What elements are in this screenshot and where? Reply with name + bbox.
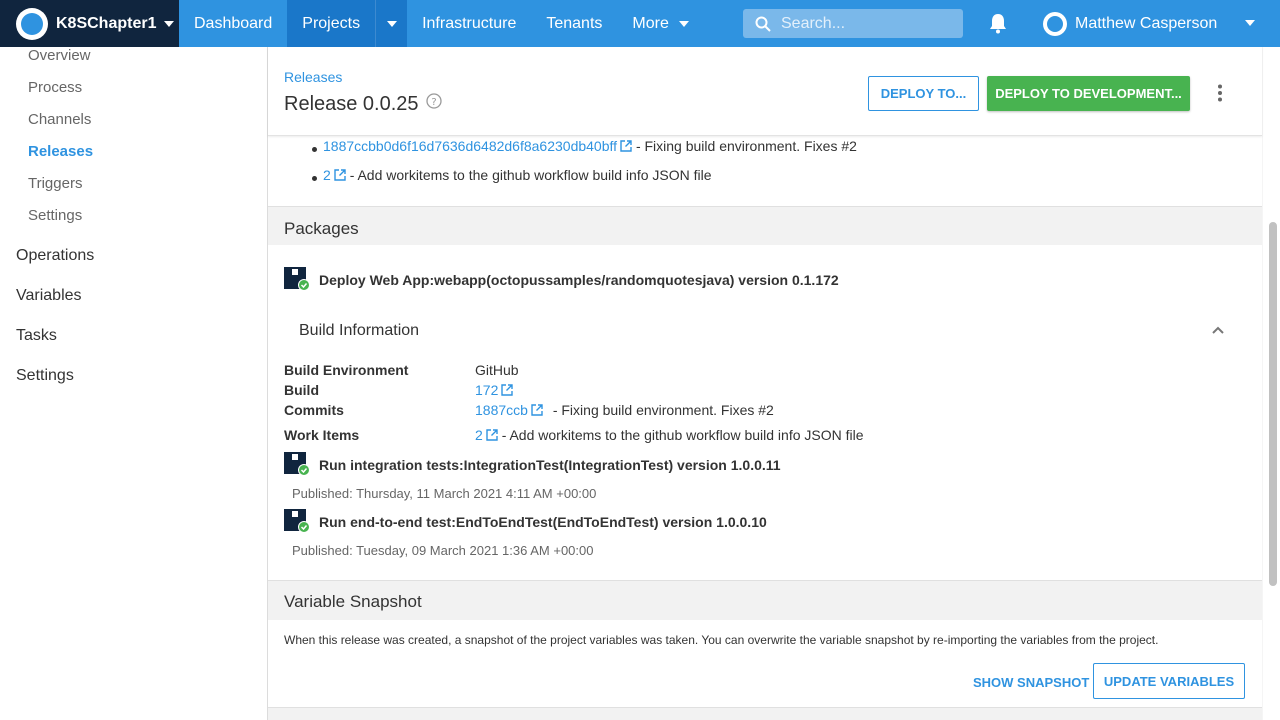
build-info-heading: Build Information (299, 322, 420, 339)
external-link-icon (334, 169, 346, 181)
nav-tenants[interactable]: Tenants (531, 0, 617, 47)
label-build: Build (284, 382, 319, 398)
sidebar-item-project-settings[interactable]: Settings (16, 367, 74, 385)
sidebar-item-operations[interactable]: Operations (16, 247, 94, 265)
breadcrumb[interactable]: Releases (284, 69, 342, 85)
sidebar: Overview Process Channels Releases Trigg… (0, 47, 268, 720)
nav-more-label: More (632, 14, 669, 32)
chevron-down-icon (386, 20, 397, 27)
sidebar-item-settings[interactable]: Settings (28, 207, 82, 224)
deploy-to-development-button[interactable]: DEPLOY TO DEVELOPMENT... (987, 76, 1190, 111)
sidebar-item-releases[interactable]: Releases (28, 143, 93, 160)
commit-link[interactable]: 1887ccbb0d6f16d7636d6482d6f8a6230db40bff (323, 138, 617, 154)
svg-text:?: ? (431, 97, 436, 108)
sidebar-item-process[interactable]: Process (28, 79, 82, 96)
variable-snapshot-section-header: Variable Snapshot (268, 580, 1262, 620)
packages-section-header: Packages (268, 206, 1262, 245)
work-item-message: - Add workitems to the github workflow b… (349, 167, 712, 183)
nav-more[interactable]: More (617, 0, 703, 47)
bullet (312, 176, 317, 181)
chevron-down-icon (164, 20, 175, 27)
top-nav: K8SChapter1 Dashboard Projects Infrastru… (0, 0, 1280, 47)
scrollbar[interactable] (1269, 222, 1277, 586)
release-header: Releases Release 0.0.25 ? DEPLOY TO... D… (268, 47, 1262, 136)
projects-dropdown-button[interactable] (375, 0, 408, 47)
published-date: Published: Thursday, 11 March 2021 4:11 … (292, 486, 597, 501)
commit-message: - Fixing build environment. Fixes #2 (635, 138, 857, 154)
package-icon (284, 509, 310, 533)
user-name: Matthew Casperson (1075, 14, 1218, 32)
more-vert-icon[interactable] (1216, 84, 1224, 102)
commit-message: - Fixing build environment. Fixes #2 (552, 402, 774, 418)
sidebar-item-triggers[interactable]: Triggers (28, 175, 82, 192)
space-name: K8SChapter1 (56, 14, 157, 32)
section-title: Packages (284, 219, 359, 238)
search-placeholder: Search... (781, 14, 846, 32)
variable-snapshot-card: When this release was created, a snapsho… (268, 620, 1262, 707)
package-title: Run end-to-end test:EndToEndTest(EndToEn… (319, 514, 767, 530)
sidebar-item-overview[interactable]: Overview (28, 47, 91, 64)
sidebar-item-channels[interactable]: Channels (28, 111, 91, 128)
package-title: Deploy Web App:webapp(octopussamples/ran… (319, 272, 839, 288)
packages-card: Deploy Web App:webapp(octopussamples/ran… (268, 245, 1262, 580)
user-menu[interactable]: Matthew Casperson (1043, 0, 1217, 47)
work-item-link[interactable]: 2 (475, 427, 483, 443)
external-link-icon (531, 404, 543, 416)
search-input[interactable]: Search... (743, 9, 963, 38)
published-date: Published: Tuesday, 09 March 2021 1:36 A… (292, 543, 594, 558)
update-variables-button[interactable]: UPDATE VARIABLES (1093, 663, 1245, 699)
octopus-logo-icon (16, 7, 48, 40)
label-commits: Commits (284, 402, 344, 418)
chevron-down-icon (678, 20, 689, 27)
package-icon (284, 267, 310, 291)
label-build-environment: Build Environment (284, 362, 409, 378)
avatar (1043, 11, 1067, 36)
commits-value: 1887ccb - Fixing build environment. Fixe… (475, 402, 774, 418)
work-items-card: 1887ccbb0d6f16d7636d6482d6f8a6230db40bff… (268, 136, 1262, 206)
nav-infrastructure[interactable]: Infrastructure (407, 0, 531, 47)
package-icon (284, 452, 310, 476)
work-item-link[interactable]: 2 (323, 167, 331, 183)
help-icon[interactable]: ? (426, 93, 442, 109)
page-title: Release 0.0.25 (284, 93, 419, 115)
work-item-message: - Add workitems to the github workflow b… (501, 427, 864, 443)
chevron-up-icon[interactable] (1212, 326, 1224, 334)
sidebar-item-tasks[interactable]: Tasks (16, 327, 57, 345)
build-environment-value: GitHub (475, 362, 519, 378)
nav-projects[interactable]: Projects (287, 0, 376, 47)
space-switcher[interactable]: K8SChapter1 (0, 0, 179, 47)
chevron-down-icon[interactable] (1245, 20, 1255, 26)
search-icon (755, 16, 771, 32)
external-link-icon (501, 384, 514, 396)
nav-dashboard[interactable]: Dashboard (179, 0, 287, 47)
show-snapshot-button[interactable]: SHOW SNAPSHOT (973, 675, 1089, 690)
snapshot-description: When this release was created, a snapsho… (284, 633, 1159, 647)
package-title: Run integration tests:IntegrationTest(In… (319, 457, 781, 473)
sidebar-item-variables[interactable]: Variables (16, 287, 82, 305)
build-value: 172 (475, 382, 514, 398)
bullet (312, 147, 317, 152)
work-items-value: 2 - Add workitems to the github workflow… (475, 427, 864, 443)
list-item: 2 - Add workitems to the github workflow… (323, 167, 712, 183)
external-link-icon (486, 429, 498, 441)
section-title: Variable Snapshot (284, 592, 422, 611)
external-link-icon (620, 140, 632, 152)
label-work-items: Work Items (284, 427, 360, 443)
list-item: 1887ccbb0d6f16d7636d6482d6f8a6230db40bff… (323, 138, 857, 154)
bell-icon[interactable] (988, 12, 1008, 39)
deploy-to-button[interactable]: DEPLOY TO... (868, 76, 979, 111)
commit-link[interactable]: 1887ccb (475, 402, 528, 418)
next-section-header (268, 707, 1262, 720)
build-link[interactable]: 172 (475, 382, 498, 398)
